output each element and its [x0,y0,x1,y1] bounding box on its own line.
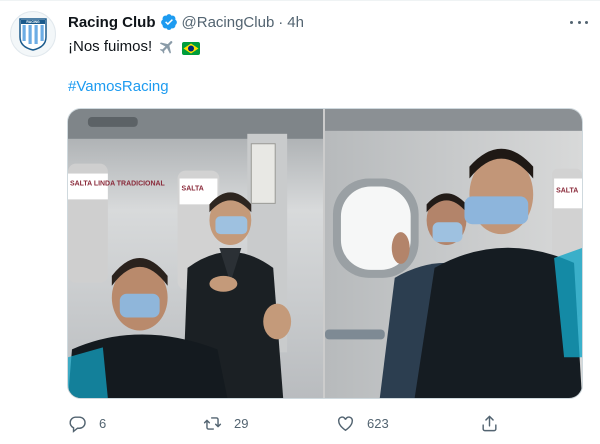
right-photo-sign: SALTA [556,187,578,194]
tweet[interactable]: RACING Racing Club @RacingClub · 4h ¡Nos… [0,0,600,444]
left-photo-sign: SALTA LINDA TRADICIONAL [70,180,166,187]
hashtag-link[interactable]: #VamosRacing [68,78,169,95]
tweet-text: ¡Nos fuimos! [68,37,201,57]
brazil-flag-icon [182,41,201,55]
action-bar: 6 29 623 [58,409,578,437]
retweet-count: 29 [234,415,249,431]
tweet-header: Racing Club @RacingClub · 4h [68,12,304,32]
tweet-text-content: ¡Nos fuimos! [68,38,153,55]
like-count: 623 [367,415,389,431]
share-icon [482,415,497,431]
more-options-icon[interactable] [570,13,588,31]
verified-badge-icon [160,13,178,31]
retweet-button[interactable]: 29 [203,409,248,437]
like-button[interactable]: 623 [336,409,389,437]
media-grid: SALTA LINDA TRADICIONAL SALTA SALTA [67,108,583,399]
photo-left[interactable]: SALTA LINDA TRADICIONAL SALTA [68,109,323,398]
airplane-icon [158,38,176,56]
timestamp[interactable]: 4h [287,14,304,31]
avatar[interactable]: RACING [10,11,56,57]
separator-dot: · [278,13,284,31]
reply-icon [69,415,86,433]
photo-right[interactable]: SALTA [325,109,582,398]
retweet-icon [203,416,222,430]
share-button[interactable] [480,409,499,437]
avatar-label: RACING [26,20,40,24]
svg-text:SALTA: SALTA [182,185,204,192]
racing-club-crest-icon: RACING [19,18,47,51]
photo-right-image: SALTA [325,109,582,398]
handle[interactable]: @RacingClub [182,14,275,31]
reply-button[interactable]: 6 [68,409,106,437]
photo-left-image: SALTA LINDA TRADICIONAL SALTA [68,109,323,398]
display-name[interactable]: Racing Club [68,14,156,31]
heart-icon [338,415,353,431]
reply-count: 6 [99,415,107,431]
